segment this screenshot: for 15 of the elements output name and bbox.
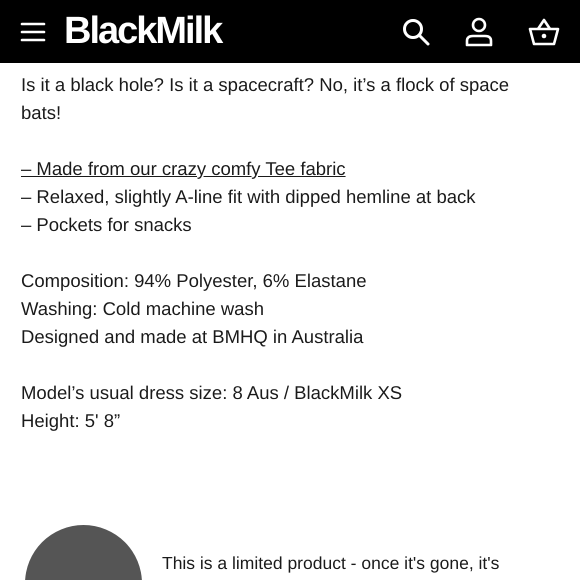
- limited-notice: This is a limited product - once it's gone, it's: [162, 553, 500, 574]
- description-text: Designed and made at BMHQ in Australia: [21, 325, 364, 349]
- description-text: – Pockets for snacks: [21, 213, 192, 237]
- logo[interactable]: BlackMilk: [64, 10, 384, 53]
- fabric-link[interactable]: – Made from our crazy comfy Tee fabric: [21, 155, 346, 183]
- description-text: Model’s usual dress size: 8 Aus / BlackMilk XS: [21, 381, 402, 405]
- description-text: Composition: 94% Polyester, 6% Elastane: [21, 269, 367, 293]
- description-text: – Relaxed, slightly A-line fit with dipped hemline at back: [21, 185, 476, 209]
- description-text: Is it a black hole? Is it a spacecraft? No, it’s a flock of space bats!: [21, 73, 510, 125]
- description-text: Washing: Cold machine wash: [21, 297, 264, 321]
- account-icon[interactable]: [464, 16, 494, 46]
- search-icon[interactable]: [402, 18, 430, 46]
- description-text: Height: 5' 8”: [21, 409, 120, 433]
- menu-icon[interactable]: [20, 22, 46, 42]
- basket-icon[interactable]: [528, 18, 560, 46]
